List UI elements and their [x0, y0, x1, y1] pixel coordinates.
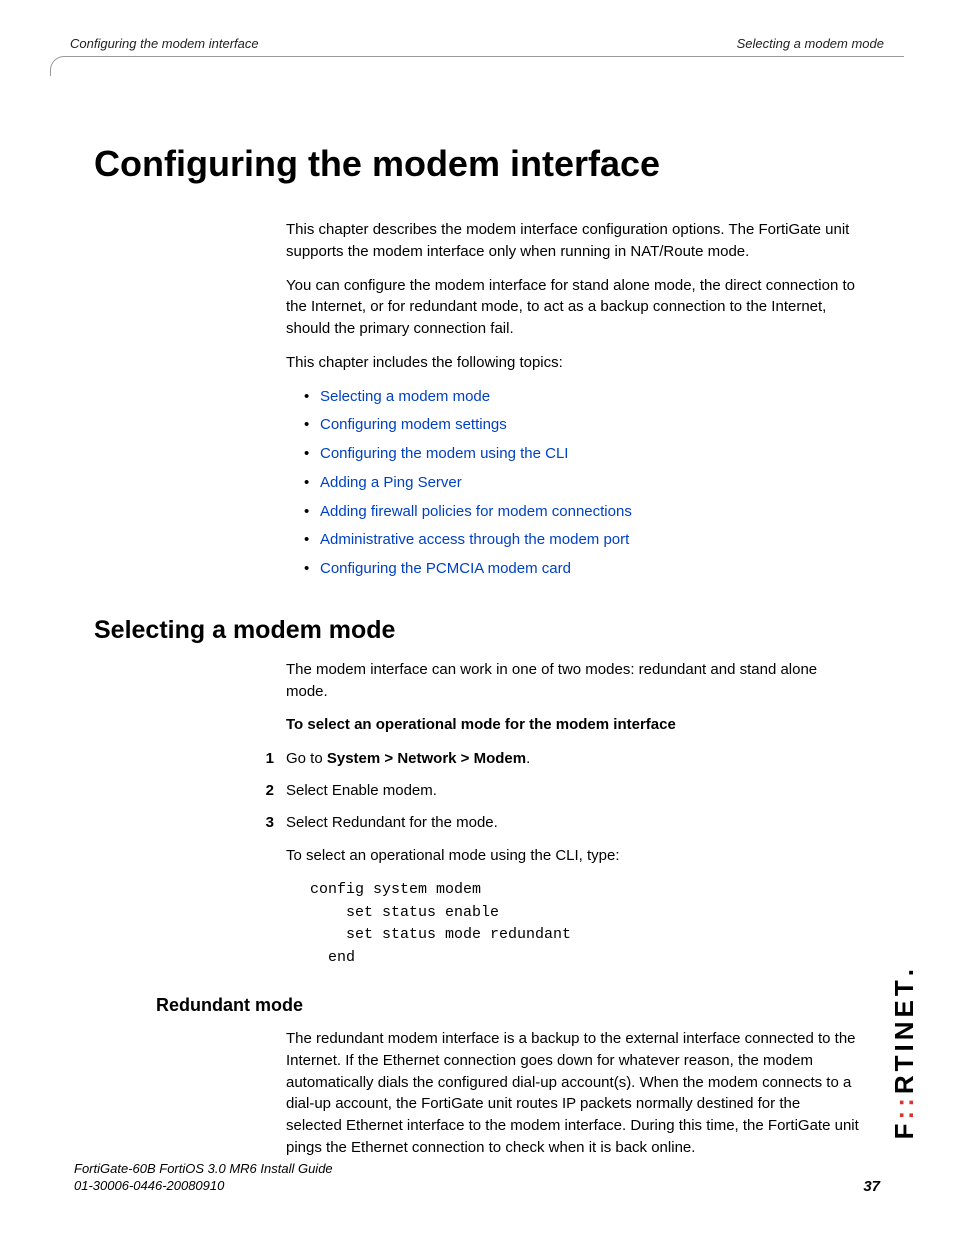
subsection-title: Redundant mode [156, 995, 860, 1016]
footer-left: FortiGate-60B FortiOS 3.0 MR6 Install Gu… [74, 1160, 333, 1195]
topic-item: Configuring the PCMCIA modem card [304, 558, 860, 580]
footer-line2: 01-30006-0446-20080910 [74, 1177, 333, 1195]
footer-line1: FortiGate-60B FortiOS 3.0 MR6 Install Gu… [74, 1160, 333, 1178]
section-title: Selecting a modem mode [94, 616, 860, 645]
topic-list: Selecting a modem mode Configuring modem… [286, 386, 860, 580]
intro-para-3: This chapter includes the following topi… [286, 352, 860, 374]
topic-item: Selecting a modem mode [304, 386, 860, 408]
topic-link-7[interactable]: Configuring the PCMCIA modem card [320, 560, 571, 577]
brand-logo: F::RTINET. [889, 965, 920, 1139]
cli-intro: To select an operational mode using the … [286, 845, 860, 867]
topic-item: Configuring the modem using the CLI [304, 443, 860, 465]
topic-item: Administrative access through the modem … [304, 529, 860, 551]
topic-link-4[interactable]: Adding a Ping Server [320, 474, 462, 491]
topic-link-1[interactable]: Selecting a modem mode [320, 388, 490, 405]
cli-block: config system modem set status enable se… [310, 879, 860, 969]
topic-link-5[interactable]: Adding firewall policies for modem conne… [320, 503, 632, 520]
topic-link-3[interactable]: Configuring the modem using the CLI [320, 445, 568, 462]
topic-link-6[interactable]: Administrative access through the modem … [320, 531, 629, 548]
step-list: Go to System > Network > Modem. Select E… [244, 748, 860, 833]
header-right: Selecting a modem mode [737, 36, 884, 51]
intro-para-2: You can configure the modem interface fo… [286, 275, 860, 340]
intro-para-1: This chapter describes the modem interfa… [286, 219, 860, 263]
topic-item: Adding a Ping Server [304, 472, 860, 494]
chapter-title: Configuring the modem interface [94, 143, 860, 185]
step-3: Select Redundant for the mode. [244, 812, 860, 834]
topic-item: Adding firewall policies for modem conne… [304, 501, 860, 523]
page-number: 37 [863, 1178, 880, 1195]
step-pre: Select Enable modem. [286, 782, 437, 799]
running-header: Configuring the modem interface Selectin… [50, 36, 904, 53]
step-bold: System > Network > Modem [327, 750, 526, 767]
section-para: The modem interface can work in one of t… [286, 659, 860, 703]
topic-link-2[interactable]: Configuring modem settings [320, 416, 507, 433]
step-2: Select Enable modem. [244, 780, 860, 802]
step-1: Go to System > Network > Modem. [244, 748, 860, 770]
subsection-body: The redundant modem interface is a backu… [286, 1028, 860, 1159]
task-title: To select an operational mode for the mo… [286, 714, 860, 736]
step-pre: Go to [286, 750, 327, 767]
header-rule [50, 56, 904, 76]
page-footer: FortiGate-60B FortiOS 3.0 MR6 Install Gu… [74, 1160, 880, 1195]
step-pre: Select Redundant for the mode. [286, 814, 498, 831]
header-left: Configuring the modem interface [70, 36, 259, 51]
step-post: . [526, 750, 530, 767]
page-content: Configuring the modem interface This cha… [50, 53, 904, 1159]
topic-item: Configuring modem settings [304, 414, 860, 436]
